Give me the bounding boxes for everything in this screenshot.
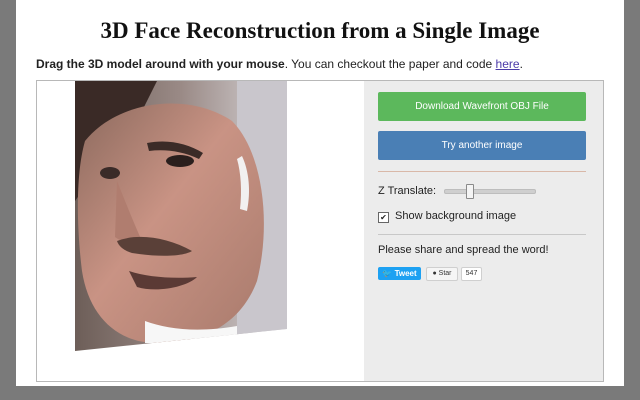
intro-text: Drag the 3D model around with your mouse…: [36, 57, 523, 71]
face-model[interactable]: [37, 81, 363, 381]
slider-thumb[interactable]: [466, 184, 474, 199]
star-count-badge[interactable]: 547: [461, 267, 482, 281]
divider: [378, 234, 586, 235]
tweet-label: Tweet: [394, 269, 417, 278]
checkmark-icon: ✔: [380, 213, 387, 222]
app-panel: Download Wavefront OBJ File Try another …: [36, 80, 604, 382]
controls-panel: Download Wavefront OBJ File Try another …: [364, 81, 603, 381]
share-text: Please share and spread the word!: [378, 244, 549, 256]
tweet-button[interactable]: 🐦 Tweet: [378, 267, 421, 280]
intro-end: .: [519, 57, 523, 71]
github-star-button[interactable]: ● Star: [426, 267, 458, 281]
z-translate-label: Z Translate:: [378, 185, 437, 197]
show-background-label: Show background image: [395, 210, 517, 222]
paper-link[interactable]: here: [496, 57, 520, 71]
download-obj-button[interactable]: Download Wavefront OBJ File: [378, 92, 586, 121]
z-translate-slider[interactable]: [444, 184, 536, 199]
show-background-checkbox[interactable]: ✔: [378, 212, 389, 223]
intro-bold: Drag the 3D model around with your mouse: [36, 57, 285, 71]
intro-middle: . You can checkout the paper and code: [284, 57, 496, 71]
page-title: 3D Face Reconstruction from a Single Ima…: [100, 18, 540, 43]
twitter-bird-icon: 🐦: [382, 269, 393, 278]
show-background-row[interactable]: ✔ Show background image: [378, 210, 516, 223]
divider: [378, 171, 586, 172]
star-label: Star: [438, 270, 452, 277]
page: 3D Face Reconstruction from a Single Ima…: [16, 0, 624, 386]
try-another-image-button[interactable]: Try another image: [378, 131, 586, 160]
github-octocat-icon: ●: [432, 270, 437, 277]
3d-viewer[interactable]: [37, 81, 363, 381]
